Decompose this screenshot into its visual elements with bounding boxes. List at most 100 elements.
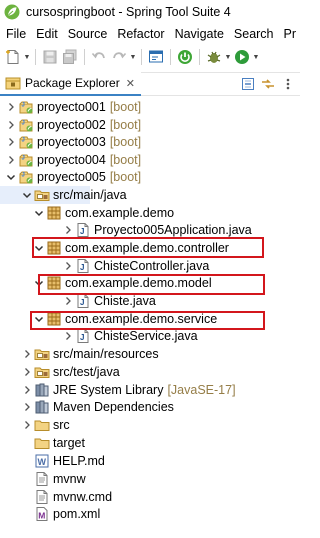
save-icon[interactable] <box>40 47 60 67</box>
tree-item[interactable]: src <box>0 416 300 434</box>
java-file-icon: J <box>75 293 91 309</box>
save-all-icon[interactable] <box>60 47 80 67</box>
chevron-right-icon[interactable] <box>20 398 34 416</box>
tree-item-label: JRE System Library <box>53 383 164 397</box>
chevron-right-icon[interactable] <box>4 151 18 169</box>
chevron-right-icon[interactable] <box>61 292 75 310</box>
chevron-right-icon[interactable] <box>20 416 34 434</box>
svg-text:J: J <box>80 227 84 236</box>
package-icon <box>46 275 62 291</box>
chevron-down-icon[interactable]: ▼ <box>129 54 137 61</box>
toolbar-separator <box>141 49 142 65</box>
tree-item[interactable]: J Chiste.java <box>0 292 300 310</box>
boot-project-icon: J <box>18 152 34 168</box>
chevron-down-icon[interactable] <box>32 239 46 257</box>
chevron-right-icon[interactable] <box>20 381 34 399</box>
chevron-right-icon[interactable] <box>4 116 18 134</box>
tree-item[interactable]: W HELP.md <box>0 452 300 470</box>
menu-search[interactable]: Search <box>229 27 279 41</box>
tree-item[interactable]: com.example.demo.service <box>0 310 300 328</box>
toolbar-separator <box>170 49 171 65</box>
new-icon[interactable] <box>3 47 23 67</box>
tree-item[interactable]: Mpom.xml <box>0 505 300 523</box>
svg-text:J: J <box>22 103 25 109</box>
chevron-right-icon[interactable] <box>61 221 75 239</box>
chevron-down-icon[interactable] <box>32 274 46 292</box>
close-icon[interactable]: ✕ <box>126 77 135 90</box>
redo-icon[interactable] <box>109 47 129 67</box>
tree-item[interactable]: src/test/java <box>0 363 300 381</box>
tree-item[interactable]: src/main/resources <box>0 345 300 363</box>
tree-item[interactable]: mvnw <box>0 470 300 488</box>
tree-item-label: com.example.demo.controller <box>65 241 229 255</box>
tree-item[interactable]: Jproyecto001 [boot] <box>0 98 300 116</box>
menu-refactor[interactable]: Refactor <box>112 27 169 41</box>
tree-item-label: ChisteService.java <box>94 329 198 343</box>
tree-item[interactable]: J ChisteController.java <box>0 257 300 275</box>
chevron-down-icon[interactable]: ▼ <box>23 54 31 61</box>
tab-package-explorer[interactable]: Package Explorer ✕ <box>0 72 141 96</box>
menu-navigate[interactable]: Navigate <box>170 27 229 41</box>
tree-item-label: mvnw <box>53 472 86 486</box>
chevron-down-icon[interactable] <box>20 186 34 204</box>
tree-item[interactable]: com.example.demo.model <box>0 274 300 292</box>
menu-project[interactable]: Pr <box>279 27 302 41</box>
tree-item-decoration: [boot] <box>109 135 142 149</box>
console-icon[interactable] <box>146 47 166 67</box>
boot-project-icon: J <box>18 169 34 185</box>
tree-item-label: src/main/resources <box>53 347 159 361</box>
chevron-right-icon[interactable] <box>61 257 75 275</box>
tree-item[interactable]: JRE System Library [JavaSE-17] <box>0 381 300 399</box>
markdown-file-icon: W <box>34 453 50 469</box>
tree-item[interactable]: Maven Dependencies <box>0 398 300 416</box>
tree-item-label: mvnw.cmd <box>53 490 113 504</box>
tree-item[interactable]: com.example.demo.controller <box>0 239 300 257</box>
tree-item-label: proyecto004 <box>37 153 106 167</box>
tree-item[interactable]: src/main/java <box>0 186 127 204</box>
debug-icon[interactable] <box>204 47 224 67</box>
collapse-all-icon[interactable] <box>238 74 258 94</box>
package-icon <box>46 240 62 256</box>
tree-item-label: src <box>53 418 70 432</box>
tree-item[interactable]: com.example.demo <box>0 204 300 222</box>
tree-item-label: com.example.demo.service <box>65 312 218 326</box>
undo-icon[interactable] <box>89 47 109 67</box>
chevron-down-icon[interactable] <box>32 310 46 328</box>
menu-edit[interactable]: Edit <box>31 27 63 41</box>
chevron-right-icon[interactable] <box>4 98 18 116</box>
chevron-down-icon[interactable] <box>4 168 18 186</box>
package-icon <box>46 311 62 327</box>
boot-project-icon: J <box>18 117 34 133</box>
menu-source[interactable]: Source <box>63 27 113 41</box>
link-editor-icon[interactable] <box>258 74 278 94</box>
tree-item[interactable]: Jproyecto005 [boot] <box>0 168 300 186</box>
tree-item-decoration: [JavaSE-17] <box>167 383 236 397</box>
toolbar-separator <box>35 49 36 65</box>
tree-item[interactable]: mvnw.cmd <box>0 488 300 506</box>
tree-item[interactable]: J ChisteService.java <box>0 327 300 345</box>
toolbar-separator <box>199 49 200 65</box>
library-icon <box>34 382 50 398</box>
chevron-right-icon[interactable] <box>4 133 18 151</box>
chevron-down-icon[interactable]: ▼ <box>224 54 232 61</box>
java-file-icon: J <box>75 222 91 238</box>
chevron-right-icon[interactable] <box>20 363 34 381</box>
source-folder-icon <box>34 346 50 362</box>
tree-item[interactable]: J Proyecto005Application.java <box>0 221 300 239</box>
chevron-down-icon[interactable] <box>32 204 46 222</box>
menu-file[interactable]: File <box>0 27 31 41</box>
folder-icon <box>34 417 50 433</box>
tree-item[interactable]: Jproyecto003 [boot] <box>0 133 300 151</box>
chevron-right-icon[interactable] <box>20 345 34 363</box>
view-menu-icon[interactable] <box>278 74 298 94</box>
tree-item[interactable]: Jproyecto004 [boot] <box>0 151 300 169</box>
run-icon[interactable] <box>232 47 252 67</box>
chevron-right-icon[interactable] <box>61 327 75 345</box>
chevron-down-icon[interactable]: ▼ <box>252 54 260 61</box>
tree-item[interactable]: Jproyecto002 [boot] <box>0 116 300 134</box>
spring-boot-icon[interactable] <box>175 47 195 67</box>
tree-item[interactable]: target <box>0 434 300 452</box>
